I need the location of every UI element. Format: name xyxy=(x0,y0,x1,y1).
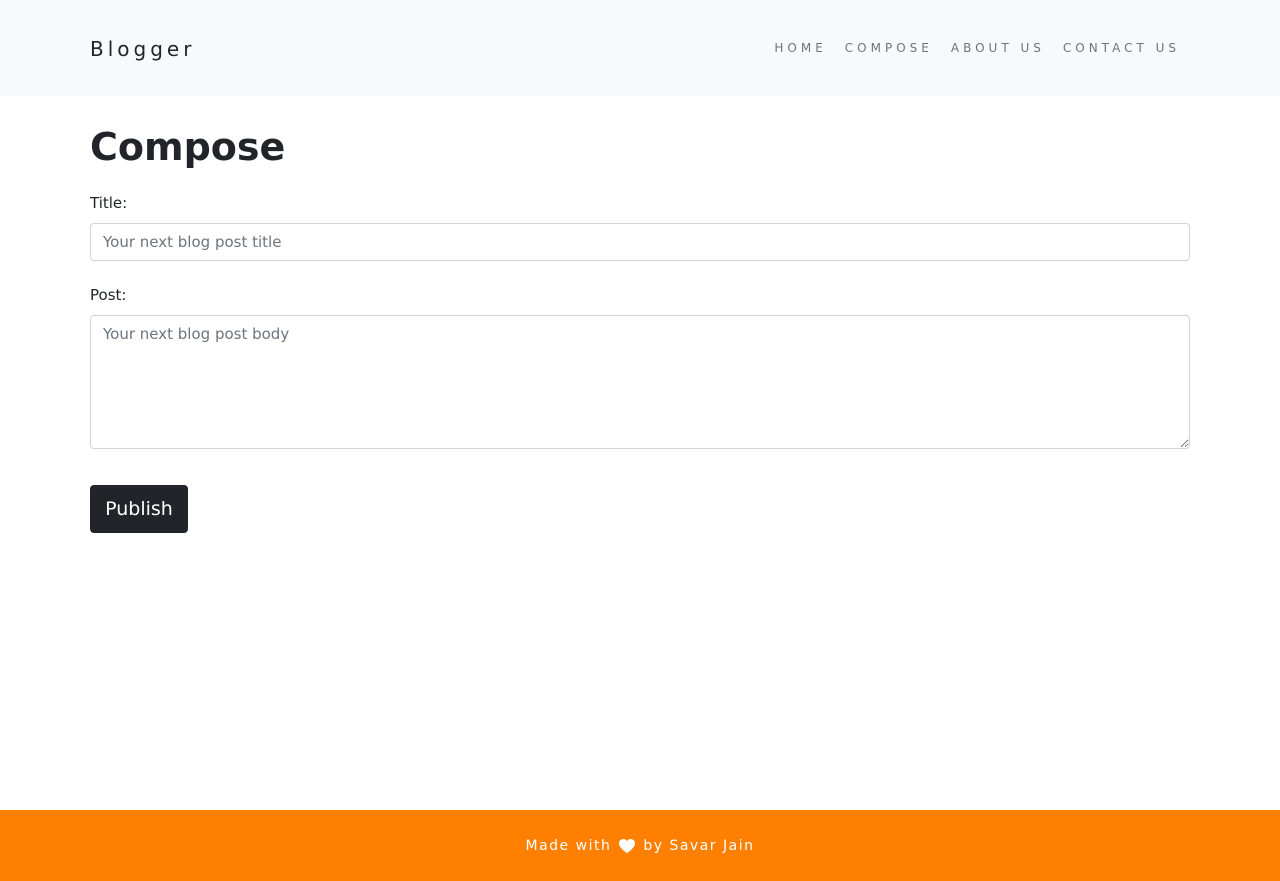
nav-item-home[interactable]: HOME xyxy=(774,40,826,56)
footer: Made with by Savar Jain xyxy=(0,810,1280,881)
publish-button[interactable]: Publish xyxy=(90,485,188,533)
nav-item-about-us[interactable]: ABOUT US xyxy=(951,40,1045,56)
heart-icon xyxy=(619,838,636,853)
nav-item-contact-us[interactable]: CONTACT US xyxy=(1063,40,1180,56)
nav-item-compose[interactable]: COMPOSE xyxy=(845,40,933,56)
title-label: Title: xyxy=(90,194,128,212)
footer-text-after: by Savar Jain xyxy=(643,837,755,854)
post-label: Post: xyxy=(90,286,127,304)
footer-text-before: Made with xyxy=(525,837,612,854)
title-input[interactable] xyxy=(90,223,1190,261)
page-title: Compose xyxy=(90,125,286,169)
brand-logo[interactable]: Blogger xyxy=(90,36,195,62)
nav-menu: HOME COMPOSE ABOUT US CONTACT US xyxy=(774,40,1180,56)
navbar: Blogger HOME COMPOSE ABOUT US CONTACT US xyxy=(0,0,1280,96)
post-textarea[interactable] xyxy=(90,315,1190,449)
